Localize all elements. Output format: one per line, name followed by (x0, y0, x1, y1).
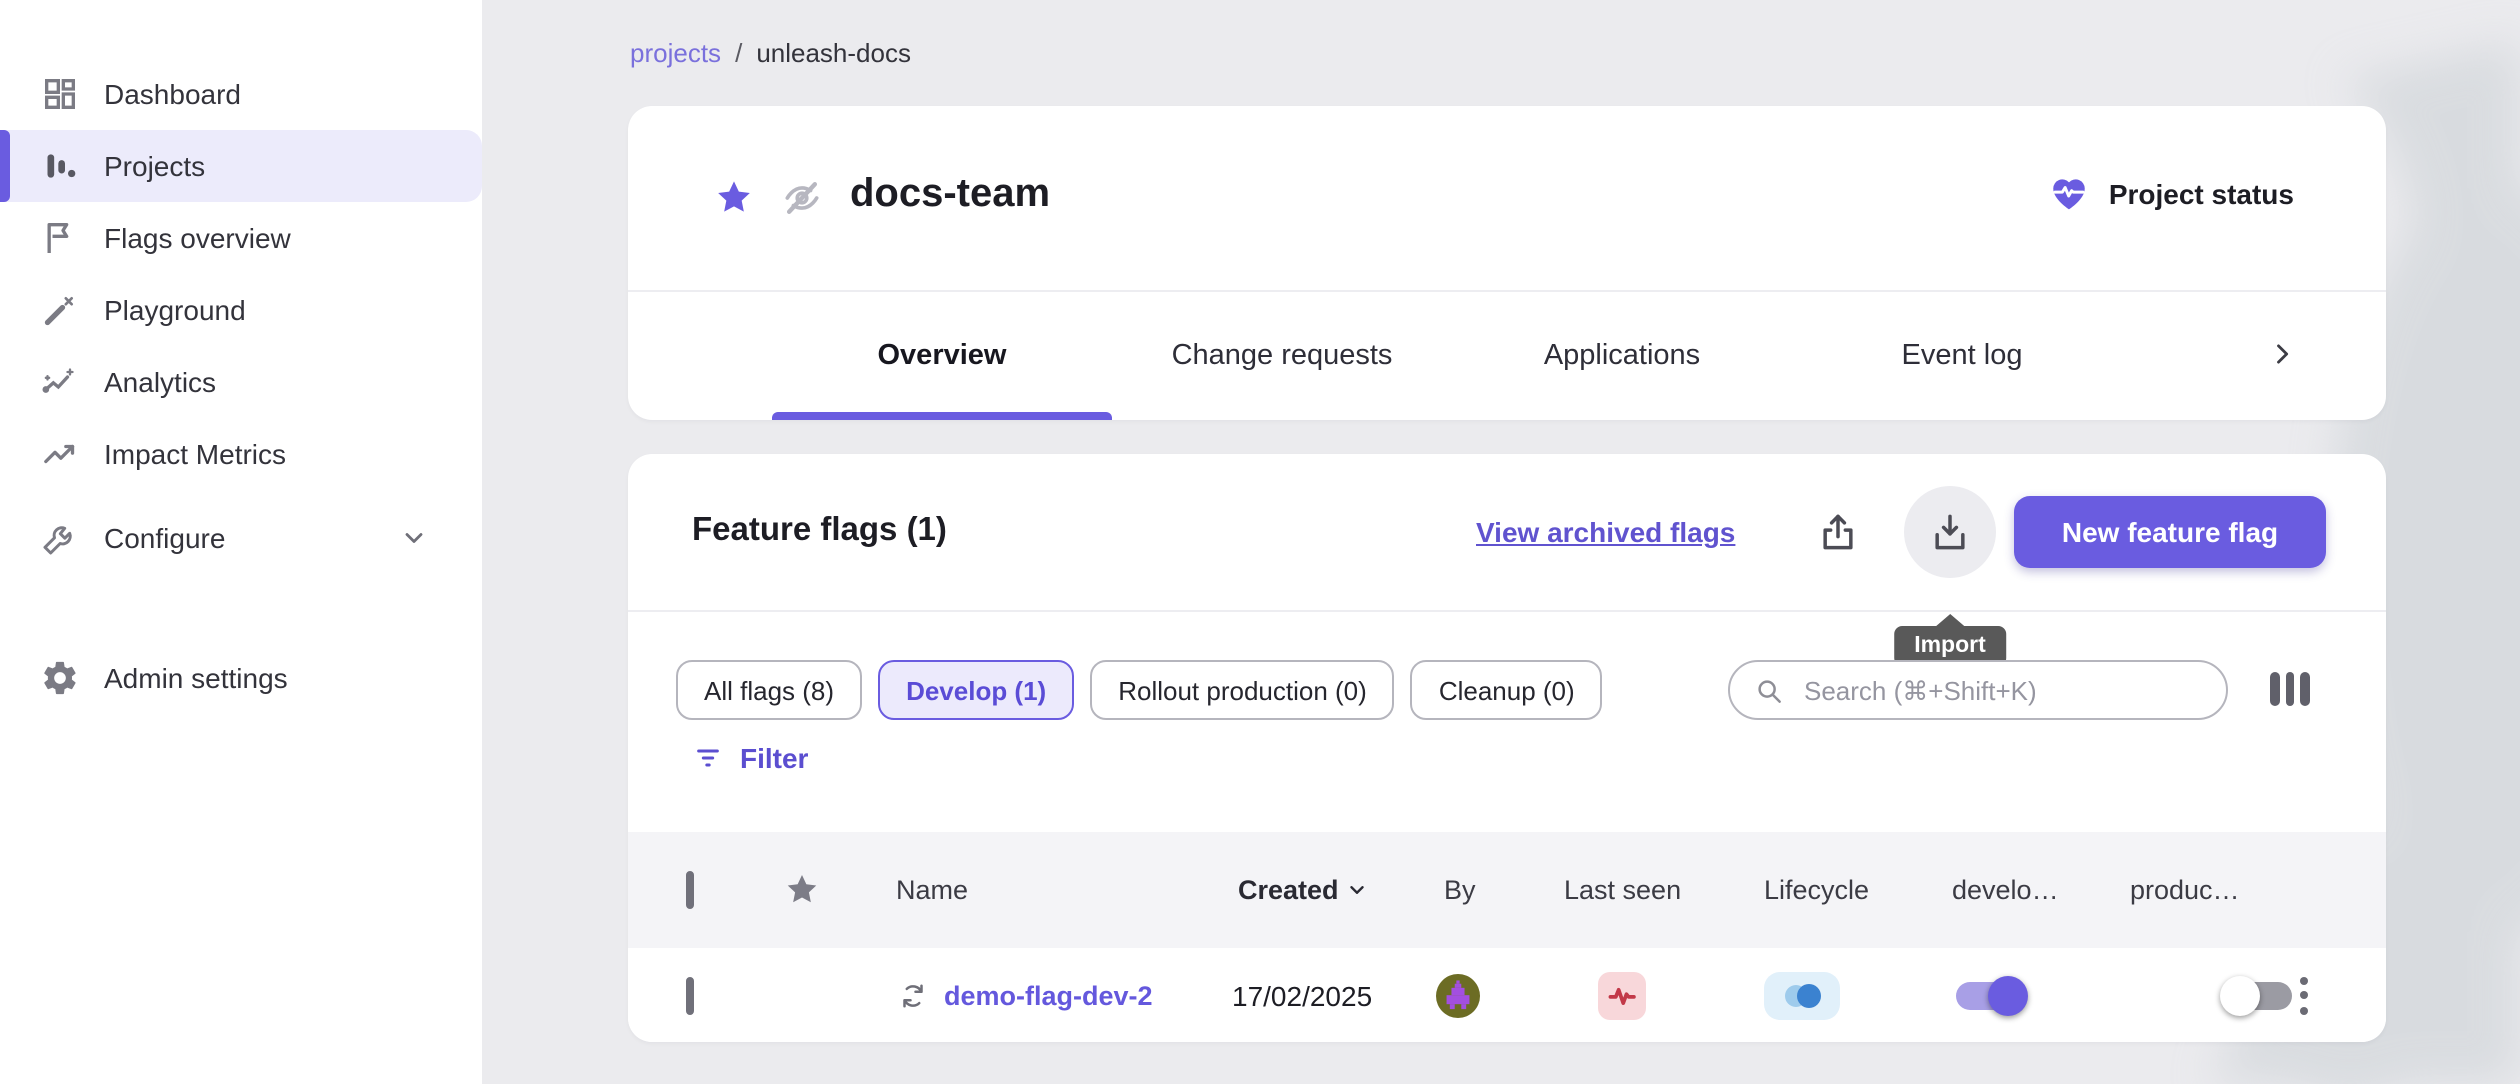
export-icon[interactable] (1816, 510, 1860, 554)
last-seen-badge[interactable] (1598, 971, 1646, 1019)
lifecycle-badge[interactable] (1764, 971, 1840, 1019)
project-header-card: docs-team Project status Overview Change… (628, 106, 2386, 420)
tab-overview[interactable]: Overview (772, 290, 1112, 420)
chip-rollout-production[interactable]: Rollout production (0) (1090, 660, 1395, 720)
sidebar-item-label: Playground (104, 294, 246, 326)
filter-label: Filter (740, 742, 808, 774)
import-icon (1928, 510, 1972, 554)
sidebar-item-dashboard[interactable]: Dashboard (0, 58, 482, 130)
column-header-label: Created (1238, 875, 1339, 905)
breadcrumb-separator: / (735, 38, 742, 68)
sidebar-item-label: Analytics (104, 366, 216, 398)
column-header-last-seen[interactable]: Last seen (1564, 875, 1681, 905)
tab-change-requests[interactable]: Change requests (1112, 290, 1452, 420)
new-feature-flag-button[interactable]: New feature flag (2014, 496, 2326, 568)
nav-spacer (0, 490, 482, 502)
sidebar-item-label: Dashboard (104, 78, 241, 110)
filter-icon (694, 744, 722, 772)
sidebar-item-flags-overview[interactable]: Flags overview (0, 202, 482, 274)
created-date: 17/02/2025 (1232, 979, 1372, 1011)
main-content: projects / unleash-docs docs-team Projec… (482, 0, 2520, 1084)
favorite-star-icon[interactable] (714, 178, 754, 218)
tab-applications[interactable]: Applications (1452, 290, 1792, 420)
filter-chips-row: All flags (8) Develop (1) Rollout produc… (676, 660, 2338, 720)
robot-identicon (1440, 977, 1476, 1013)
sidebar-item-label: Admin settings (104, 662, 288, 694)
sidebar-item-analytics[interactable]: Analytics (0, 346, 482, 418)
tab-label: Change requests (1172, 339, 1393, 371)
column-header-by[interactable]: By (1444, 875, 1476, 905)
sort-caret-icon (1347, 879, 1369, 901)
filter-button[interactable]: Filter (694, 742, 808, 774)
sidebar-item-projects[interactable]: Projects (0, 130, 482, 202)
flag-name-link[interactable]: demo-flag-dev-2 (944, 980, 1153, 1010)
tab-event-log[interactable]: Event log (1792, 290, 2132, 420)
sync-icon (898, 980, 928, 1010)
column-header-develop[interactable]: develo… (1952, 875, 2059, 905)
trending-up-icon (40, 434, 80, 474)
columns-icon[interactable] (2270, 672, 2309, 706)
active-indicator (0, 130, 10, 202)
sidebar-item-label: Projects (104, 150, 205, 182)
avatar[interactable] (1436, 973, 1480, 1017)
analytics-icon (40, 362, 80, 402)
wrench-icon (40, 518, 80, 558)
feature-flags-card: Feature flags (1) View archived flags Ne… (628, 454, 2386, 1042)
search-icon (1754, 675, 1784, 705)
column-header-production[interactable]: produc… (2130, 875, 2240, 905)
project-title: docs-team (850, 172, 1050, 218)
lifecycle-pre-live-icon (1780, 979, 1824, 1011)
divider (628, 610, 2386, 612)
feature-flags-title: Feature flags (1) (692, 512, 947, 550)
sidebar-item-playground[interactable]: Playground (0, 274, 482, 346)
sidebar-item-impact-metrics[interactable]: Impact Metrics (0, 418, 482, 490)
eye-off-icon (780, 176, 824, 220)
view-archived-flags-link[interactable]: View archived flags (1476, 516, 1735, 548)
column-header-created[interactable]: Created (1238, 875, 1369, 905)
column-header-lifecycle[interactable]: Lifecycle (1764, 875, 1869, 905)
chevron-down-icon (400, 524, 428, 552)
table-header: Name Created By Last seen Lifecycle deve… (628, 832, 2386, 948)
tab-label: Event log (1902, 339, 2023, 371)
project-title-row: docs-team Project status (628, 106, 2386, 290)
table-row: demo-flag-dev-2 17/02/2025 (628, 948, 2386, 1042)
flag-icon (40, 218, 80, 258)
search-box[interactable] (1728, 660, 2228, 720)
wand-icon (40, 290, 80, 330)
app-root: Dashboard Projects Flags overview Play (0, 0, 2520, 1084)
row-checkbox[interactable] (686, 980, 694, 1010)
search-input[interactable] (1800, 673, 2188, 707)
pulse-icon (1606, 979, 1638, 1011)
sidebar-item-label: Configure (104, 522, 225, 554)
project-status-button[interactable]: Project status (2049, 172, 2294, 214)
sidebar-item-label: Flags overview (104, 222, 291, 254)
gear-icon (40, 658, 80, 698)
active-tab-indicator (772, 412, 1112, 420)
import-button[interactable] (1904, 486, 1996, 578)
project-status-label: Project status (2109, 177, 2294, 209)
breadcrumb-link-projects[interactable]: projects (630, 38, 721, 68)
chip-all-flags[interactable]: All flags (8) (676, 660, 862, 720)
select-all-checkbox[interactable] (686, 875, 694, 905)
chevron-right-icon[interactable] (2268, 340, 2296, 368)
star-column-icon[interactable] (784, 872, 820, 908)
row-actions-menu[interactable] (2296, 972, 2312, 1018)
tab-label: Overview (878, 339, 1007, 371)
chip-develop[interactable]: Develop (1) (878, 660, 1074, 720)
breadcrumb: projects / unleash-docs (630, 38, 911, 68)
production-toggle[interactable] (2221, 971, 2297, 1019)
sidebar: Dashboard Projects Flags overview Play (0, 0, 482, 1084)
chip-cleanup[interactable]: Cleanup (0) (1411, 660, 1603, 720)
breadcrumb-current: unleash-docs (756, 38, 911, 68)
develop-toggle[interactable] (1952, 971, 2028, 1019)
projects-icon (40, 146, 80, 186)
tab-label: Applications (1544, 339, 1700, 371)
sidebar-item-label: Impact Metrics (104, 438, 286, 470)
sidebar-item-admin-settings[interactable]: Admin settings (0, 642, 482, 714)
tab-bar: Overview Change requests Applications Ev… (772, 290, 2132, 420)
dashboard-icon (40, 74, 80, 114)
heart-pulse-icon (2049, 172, 2091, 214)
sidebar-item-configure[interactable]: Configure (0, 502, 482, 574)
column-header-name[interactable]: Name (896, 875, 968, 905)
